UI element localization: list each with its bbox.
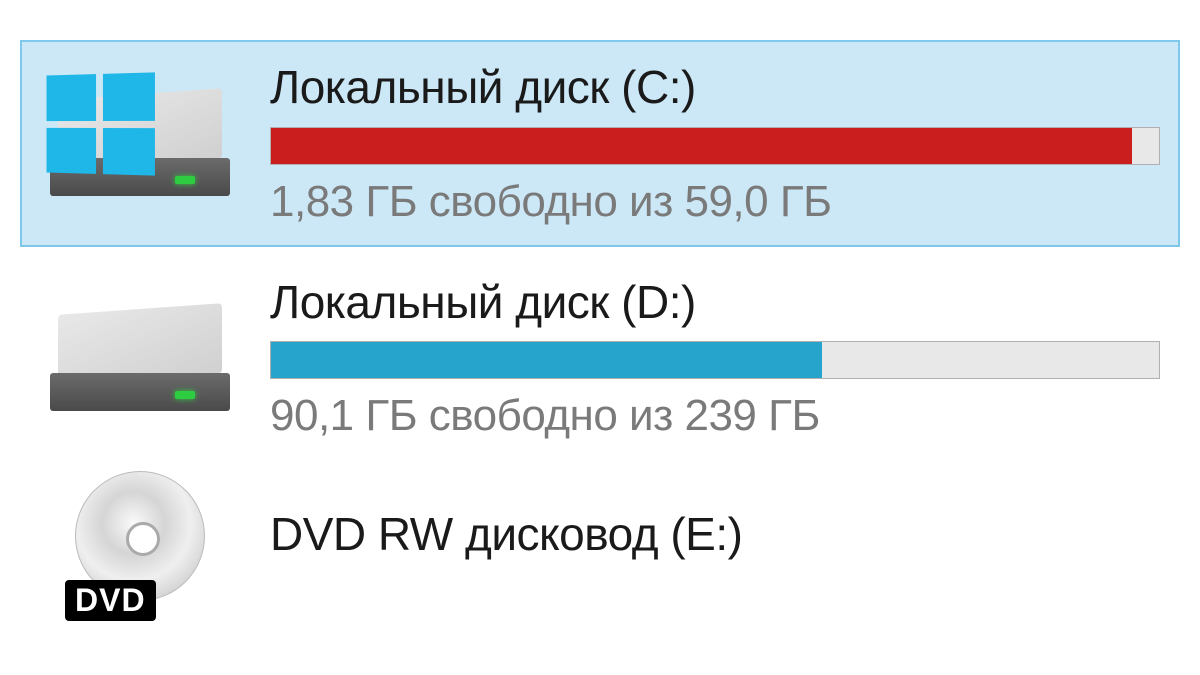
storage-fill [271, 342, 822, 378]
system-drive-icon [40, 64, 240, 224]
dvd-drive-icon: DVD [40, 491, 240, 591]
drive-item-d[interactable]: Локальный диск (D:) 90,1 ГБ свободно из … [20, 255, 1180, 462]
windows-logo-icon [47, 73, 155, 176]
drive-status: 1,83 ГБ свободно из 59,0 ГБ [270, 177, 1160, 227]
storage-bar [270, 127, 1160, 165]
drive-item-c[interactable]: Локальный диск (C:) 1,83 ГБ свободно из … [20, 40, 1180, 247]
drive-label: DVD RW дисковод (E:) [270, 509, 1160, 560]
storage-bar [270, 341, 1160, 379]
drive-label: Локальный диск (C:) [270, 62, 1160, 113]
drive-item-e[interactable]: DVD DVD RW дисковод (E:) [20, 469, 1180, 593]
drive-status: 90,1 ГБ свободно из 239 ГБ [270, 391, 1160, 441]
dvd-badge-icon: DVD [65, 580, 156, 621]
hdd-icon [40, 279, 240, 439]
drive-label: Локальный диск (D:) [270, 277, 1160, 328]
storage-fill [271, 128, 1132, 164]
